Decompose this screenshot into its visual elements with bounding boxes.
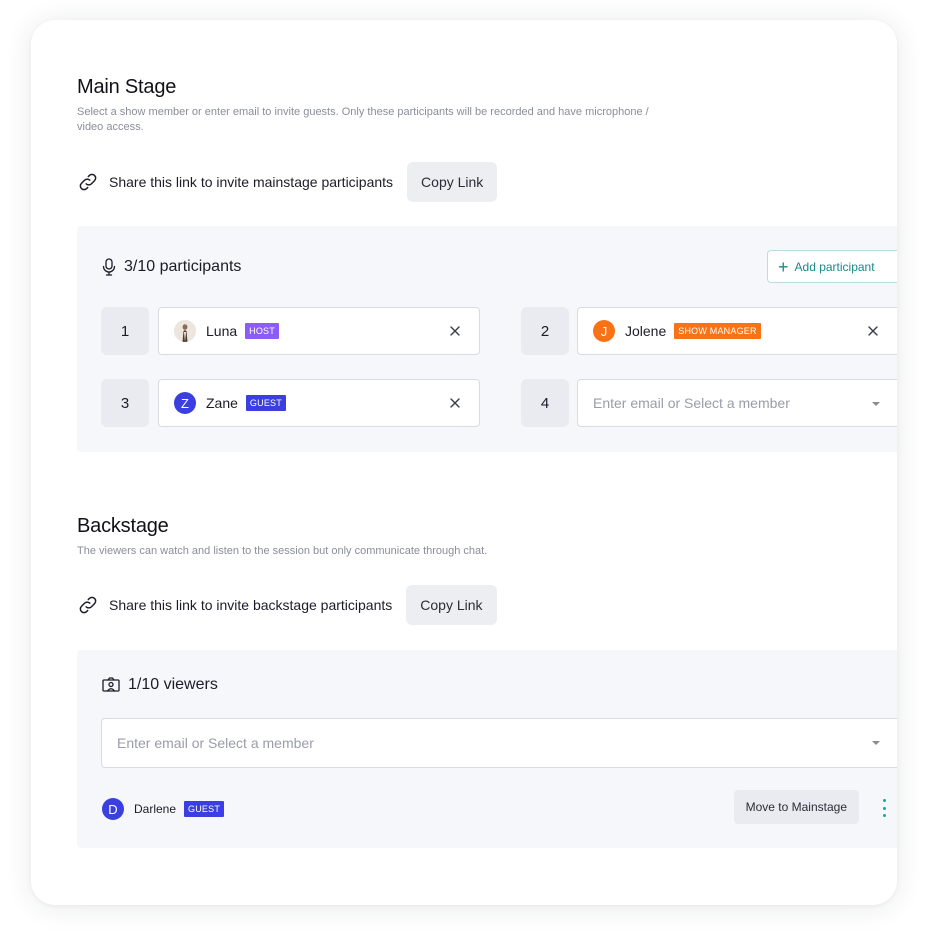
main-stage-share-text: Share this link to invite mainstage part… — [109, 174, 394, 190]
backstage-title: Backstage — [77, 515, 169, 537]
slot-number: 3 — [101, 379, 149, 427]
viewer-name: Darlene — [134, 802, 177, 816]
microphone-icon — [102, 258, 116, 276]
main-stage-copy-link-button[interactable]: Copy Link — [407, 162, 498, 202]
participants-header: 3/10 participants — [102, 258, 241, 276]
participants-count: 3/10 participants — [124, 258, 242, 275]
main-stage-title: Main Stage — [77, 76, 177, 98]
link-icon — [79, 173, 97, 191]
close-icon[interactable] — [447, 395, 463, 411]
chevron-down-icon — [872, 402, 880, 406]
close-icon[interactable] — [447, 323, 463, 339]
role-badge: GUEST — [184, 801, 225, 817]
participant-slot-luna[interactable]: Luna HOST — [158, 307, 480, 355]
plus-icon: + — [778, 256, 789, 277]
participant-slot-jolene[interactable]: J Jolene SHOW MANAGER — [577, 307, 897, 355]
slot-number: 1 — [101, 307, 149, 355]
backstage-share-text: Share this link to invite backstage part… — [109, 597, 393, 613]
add-participant-button[interactable]: + Add participant — [767, 250, 897, 283]
backstage-description: The viewers can watch and listen to the … — [77, 545, 488, 557]
invite-settings-card: Main Stage Select a show member or enter… — [31, 20, 897, 905]
participant-name: Luna — [206, 323, 238, 339]
backstage-header: Backstage The viewers can watch and list… — [77, 515, 897, 559]
slot-number: 4 — [521, 379, 569, 427]
avatar: J — [593, 320, 615, 342]
avatar: D — [102, 798, 124, 820]
member-select-placeholder: Enter email or Select a member — [593, 395, 790, 411]
viewers-panel: 1/10 viewers Enter email or Select a mem… — [77, 650, 897, 848]
role-badge: GUEST — [245, 395, 286, 411]
viewers-header: 1/10 viewers — [102, 676, 218, 694]
member-select-dropdown[interactable]: Enter email or Select a member — [577, 379, 897, 427]
backstage-copy-link-button[interactable]: Copy Link — [406, 585, 497, 625]
participants-panel: 3/10 participants + Add participant 1 Lu… — [77, 226, 897, 452]
move-to-mainstage-button[interactable]: Move to Mainstage — [733, 790, 859, 824]
participant-slot-zane[interactable]: Z Zane GUEST — [158, 379, 480, 427]
backstage-share-row: Share this link to invite backstage part… — [77, 585, 897, 625]
main-stage-header: Main Stage Select a show member or enter… — [77, 76, 897, 135]
role-badge: SHOW MANAGER — [674, 323, 761, 339]
link-icon — [79, 596, 97, 614]
list-item: D Darlene GUEST Move to Mainstage — [102, 790, 897, 824]
viewers-count: 1/10 viewers — [128, 676, 218, 693]
role-badge: HOST — [245, 323, 279, 339]
main-stage-description: Select a show member or enter email to i… — [77, 106, 649, 133]
slot-number: 2 — [521, 307, 569, 355]
viewers-icon — [102, 677, 120, 692]
avatar: Z — [174, 392, 196, 414]
viewer-select-placeholder: Enter email or Select a member — [117, 735, 314, 751]
more-options-icon[interactable] — [881, 799, 887, 817]
participant-name: Jolene — [625, 323, 667, 339]
participant-name: Zane — [206, 395, 238, 411]
person-photo-icon — [174, 320, 196, 342]
add-participant-label: Add participant — [794, 259, 875, 274]
main-stage-share-row: Share this link to invite mainstage part… — [77, 162, 897, 202]
avatar — [174, 320, 196, 342]
chevron-down-icon — [872, 741, 880, 745]
viewer-select-dropdown[interactable]: Enter email or Select a member — [101, 718, 897, 768]
close-icon[interactable] — [865, 323, 881, 339]
